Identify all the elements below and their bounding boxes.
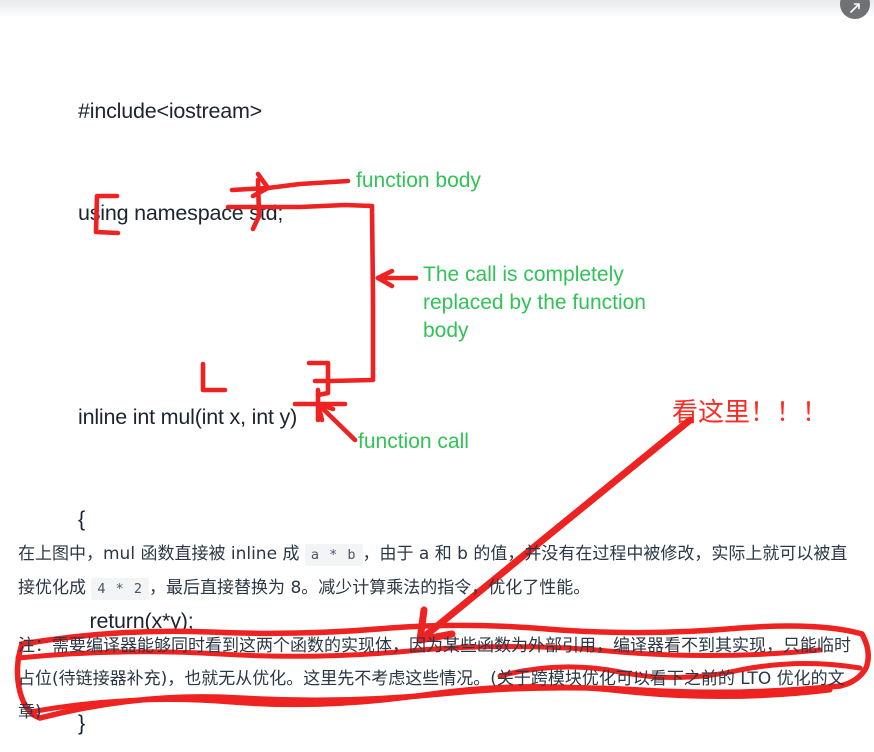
image-top-band (0, 0, 874, 16)
code-line: #include<iostream> (78, 99, 263, 123)
inline-code-a-times-b: a * b (304, 544, 363, 566)
expand-arrow-icon[interactable] (840, 0, 870, 19)
paragraph-text: 在上图中，mul 函数直接被 inline 成 (18, 544, 305, 564)
code-line: { (78, 507, 85, 531)
annotation-look-here: 看这里！！！ (672, 398, 829, 428)
code-line: using namespace std; (78, 201, 284, 225)
paragraph-explanation: 在上图中，mul 函数直接被 inline 成 a * b ，由于 a 和 b 的… (18, 538, 858, 606)
paragraph-note: 注：需要编译器能够同时看到这两个函数的实现体，因为某些函数为外部引用，编译器看不… (18, 636, 851, 722)
screenshot-root: #include<iostream> using namespace std; … (0, 0, 874, 752)
annotation-function-call: function call (358, 430, 469, 453)
inline-code-4-times-2: 4 * 2 (91, 578, 150, 600)
annotation-function-body: function body (356, 169, 481, 192)
annotation-call-replaced: The call is completely replaced by the f… (423, 263, 646, 342)
paragraph-text: ，最后直接替换为 8。减少计算乘法的指令，优化了性能。 (149, 578, 591, 598)
